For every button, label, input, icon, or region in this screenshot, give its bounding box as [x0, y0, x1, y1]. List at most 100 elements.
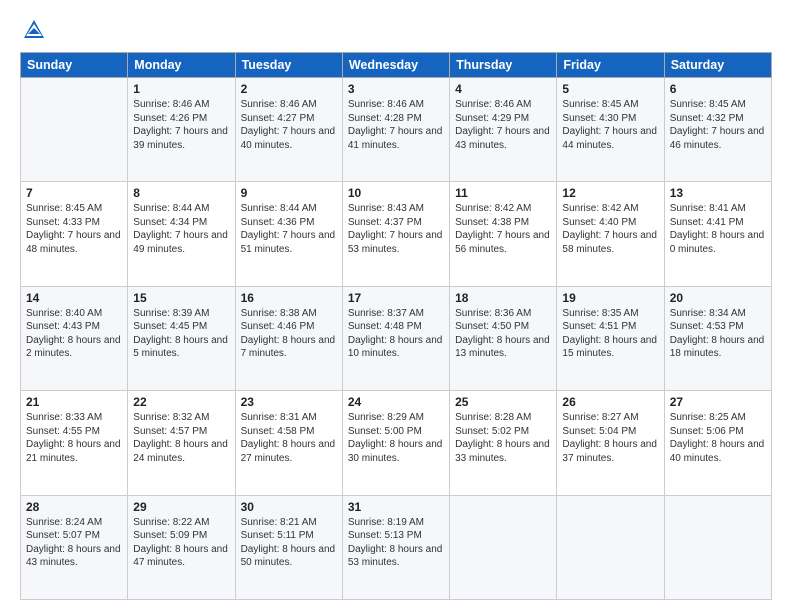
day-info: Sunrise: 8:28 AMSunset: 5:02 PMDaylight:…	[455, 411, 551, 465]
day-number: 7	[26, 186, 122, 200]
calendar-body: 1 Sunrise: 8:46 AMSunset: 4:26 PMDaylight…	[21, 78, 772, 600]
day-number: 9	[241, 186, 337, 200]
day-number: 4	[455, 82, 551, 96]
calendar-day-cell: 22Sunrise: 8:32 AMSunset: 4:57 PMDayligh…	[128, 391, 235, 495]
calendar-day-cell: 31 Sunrise: 8:19 AMSunset: 5:13 PMDayligh…	[342, 495, 449, 599]
calendar-day-cell: 21 Sunrise: 8:33 AMSunset: 4:55 PMDayligh…	[21, 391, 128, 495]
calendar-day-cell: 12 Sunrise: 8:42 AMSunset: 4:40 PMDayligh…	[557, 182, 664, 286]
calendar-day-cell: 6Sunrise: 8:45 AMSunset: 4:32 PMDaylight…	[664, 78, 771, 182]
calendar-day-cell: 19 Sunrise: 8:35 AMSunset: 4:51 PMDayligh…	[557, 286, 664, 390]
calendar-day-cell: 8 Sunrise: 8:44 AMSunset: 4:34 PMDaylight…	[128, 182, 235, 286]
calendar-day-cell: 1 Sunrise: 8:46 AMSunset: 4:26 PMDaylight…	[128, 78, 235, 182]
day-info: Sunrise: 8:22 AMSunset: 5:09 PMDaylight:…	[133, 516, 229, 570]
day-number: 19	[562, 291, 658, 305]
day-info: Sunrise: 8:46 AMSunset: 4:26 PMDaylight:…	[133, 98, 229, 152]
calendar-day-cell: 14 Sunrise: 8:40 AMSunset: 4:43 PMDayligh…	[21, 286, 128, 390]
day-info: Sunrise: 8:19 AMSunset: 5:13 PMDaylight:…	[348, 516, 444, 570]
day-number: 12	[562, 186, 658, 200]
day-number: 16	[241, 291, 337, 305]
day-info: Sunrise: 8:40 AMSunset: 4:43 PMDaylight:…	[26, 307, 122, 361]
calendar-day-cell: 24Sunrise: 8:29 AMSunset: 5:00 PMDayligh…	[342, 391, 449, 495]
calendar-week-row: 14 Sunrise: 8:40 AMSunset: 4:43 PMDayligh…	[21, 286, 772, 390]
day-info: Sunrise: 8:44 AMSunset: 4:36 PMDaylight:…	[241, 202, 337, 256]
day-number: 27	[670, 395, 766, 409]
day-info: Sunrise: 8:37 AMSunset: 4:48 PMDaylight:…	[348, 307, 444, 361]
day-number: 31	[348, 500, 444, 514]
calendar-day-cell: 17 Sunrise: 8:37 AMSunset: 4:48 PMDayligh…	[342, 286, 449, 390]
calendar-day-cell	[557, 495, 664, 599]
day-number: 15	[133, 291, 229, 305]
weekday-header: Tuesday	[235, 53, 342, 78]
calendar-header: SundayMondayTuesdayWednesdayThursdayFrid…	[21, 53, 772, 78]
page: SundayMondayTuesdayWednesdayThursdayFrid…	[0, 0, 792, 612]
day-number: 23	[241, 395, 337, 409]
logo-icon	[20, 16, 48, 44]
day-info: Sunrise: 8:46 AMSunset: 4:29 PMDaylight:…	[455, 98, 551, 152]
day-number: 2	[241, 82, 337, 96]
calendar-week-row: 7 Sunrise: 8:45 AMSunset: 4:33 PMDaylight…	[21, 182, 772, 286]
day-info: Sunrise: 8:33 AMSunset: 4:55 PMDaylight:…	[26, 411, 122, 465]
calendar-day-cell: 2Sunrise: 8:46 AMSunset: 4:27 PMDaylight…	[235, 78, 342, 182]
day-info: Sunrise: 8:42 AMSunset: 4:40 PMDaylight:…	[562, 202, 658, 256]
day-info: Sunrise: 8:39 AMSunset: 4:45 PMDaylight:…	[133, 307, 229, 361]
calendar-day-cell: 26Sunrise: 8:27 AMSunset: 5:04 PMDayligh…	[557, 391, 664, 495]
calendar-day-cell	[664, 495, 771, 599]
day-info: Sunrise: 8:35 AMSunset: 4:51 PMDaylight:…	[562, 307, 658, 361]
calendar-day-cell: 15 Sunrise: 8:39 AMSunset: 4:45 PMDayligh…	[128, 286, 235, 390]
day-number: 18	[455, 291, 551, 305]
weekday-header: Thursday	[450, 53, 557, 78]
day-number: 29	[133, 500, 229, 514]
day-info: Sunrise: 8:25 AMSunset: 5:06 PMDaylight:…	[670, 411, 766, 465]
calendar-day-cell: 4 Sunrise: 8:46 AMSunset: 4:29 PMDaylight…	[450, 78, 557, 182]
logo	[20, 16, 52, 44]
day-number: 30	[241, 500, 337, 514]
calendar-day-cell	[21, 78, 128, 182]
header	[20, 16, 772, 44]
day-info: Sunrise: 8:21 AMSunset: 5:11 PMDaylight:…	[241, 516, 337, 570]
day-number: 20	[670, 291, 766, 305]
header-row: SundayMondayTuesdayWednesdayThursdayFrid…	[21, 53, 772, 78]
day-number: 1	[133, 82, 229, 96]
calendar-day-cell: 28 Sunrise: 8:24 AMSunset: 5:07 PMDayligh…	[21, 495, 128, 599]
day-info: Sunrise: 8:24 AMSunset: 5:07 PMDaylight:…	[26, 516, 122, 570]
day-number: 28	[26, 500, 122, 514]
day-number: 13	[670, 186, 766, 200]
day-number: 14	[26, 291, 122, 305]
calendar-day-cell: 13Sunrise: 8:41 AMSunset: 4:41 PMDayligh…	[664, 182, 771, 286]
calendar-day-cell: 9 Sunrise: 8:44 AMSunset: 4:36 PMDaylight…	[235, 182, 342, 286]
calendar-day-cell: 18Sunrise: 8:36 AMSunset: 4:50 PMDayligh…	[450, 286, 557, 390]
day-number: 25	[455, 395, 551, 409]
calendar-day-cell	[450, 495, 557, 599]
day-number: 10	[348, 186, 444, 200]
day-info: Sunrise: 8:32 AMSunset: 4:57 PMDaylight:…	[133, 411, 229, 465]
day-info: Sunrise: 8:45 AMSunset: 4:33 PMDaylight:…	[26, 202, 122, 256]
calendar-day-cell: 5 Sunrise: 8:45 AMSunset: 4:30 PMDaylight…	[557, 78, 664, 182]
calendar-day-cell: 10Sunrise: 8:43 AMSunset: 4:37 PMDayligh…	[342, 182, 449, 286]
day-info: Sunrise: 8:42 AMSunset: 4:38 PMDaylight:…	[455, 202, 551, 256]
day-number: 3	[348, 82, 444, 96]
day-number: 8	[133, 186, 229, 200]
day-info: Sunrise: 8:34 AMSunset: 4:53 PMDaylight:…	[670, 307, 766, 361]
day-info: Sunrise: 8:45 AMSunset: 4:30 PMDaylight:…	[562, 98, 658, 152]
calendar-day-cell: 27 Sunrise: 8:25 AMSunset: 5:06 PMDayligh…	[664, 391, 771, 495]
day-info: Sunrise: 8:46 AMSunset: 4:28 PMDaylight:…	[348, 98, 444, 152]
calendar-day-cell: 25 Sunrise: 8:28 AMSunset: 5:02 PMDayligh…	[450, 391, 557, 495]
calendar-day-cell: 16 Sunrise: 8:38 AMSunset: 4:46 PMDayligh…	[235, 286, 342, 390]
day-info: Sunrise: 8:44 AMSunset: 4:34 PMDaylight:…	[133, 202, 229, 256]
calendar-day-cell: 30 Sunrise: 8:21 AMSunset: 5:11 PMDayligh…	[235, 495, 342, 599]
day-number: 6	[670, 82, 766, 96]
day-info: Sunrise: 8:38 AMSunset: 4:46 PMDaylight:…	[241, 307, 337, 361]
day-number: 5	[562, 82, 658, 96]
day-number: 11	[455, 186, 551, 200]
calendar-day-cell: 29 Sunrise: 8:22 AMSunset: 5:09 PMDayligh…	[128, 495, 235, 599]
day-number: 17	[348, 291, 444, 305]
calendar-day-cell: 20 Sunrise: 8:34 AMSunset: 4:53 PMDayligh…	[664, 286, 771, 390]
day-number: 21	[26, 395, 122, 409]
weekday-header: Sunday	[21, 53, 128, 78]
day-number: 24	[348, 395, 444, 409]
calendar-week-row: 28 Sunrise: 8:24 AMSunset: 5:07 PMDayligh…	[21, 495, 772, 599]
calendar-day-cell: 11 Sunrise: 8:42 AMSunset: 4:38 PMDayligh…	[450, 182, 557, 286]
day-number: 26	[562, 395, 658, 409]
calendar-week-row: 1 Sunrise: 8:46 AMSunset: 4:26 PMDaylight…	[21, 78, 772, 182]
calendar-table: SundayMondayTuesdayWednesdayThursdayFrid…	[20, 52, 772, 600]
